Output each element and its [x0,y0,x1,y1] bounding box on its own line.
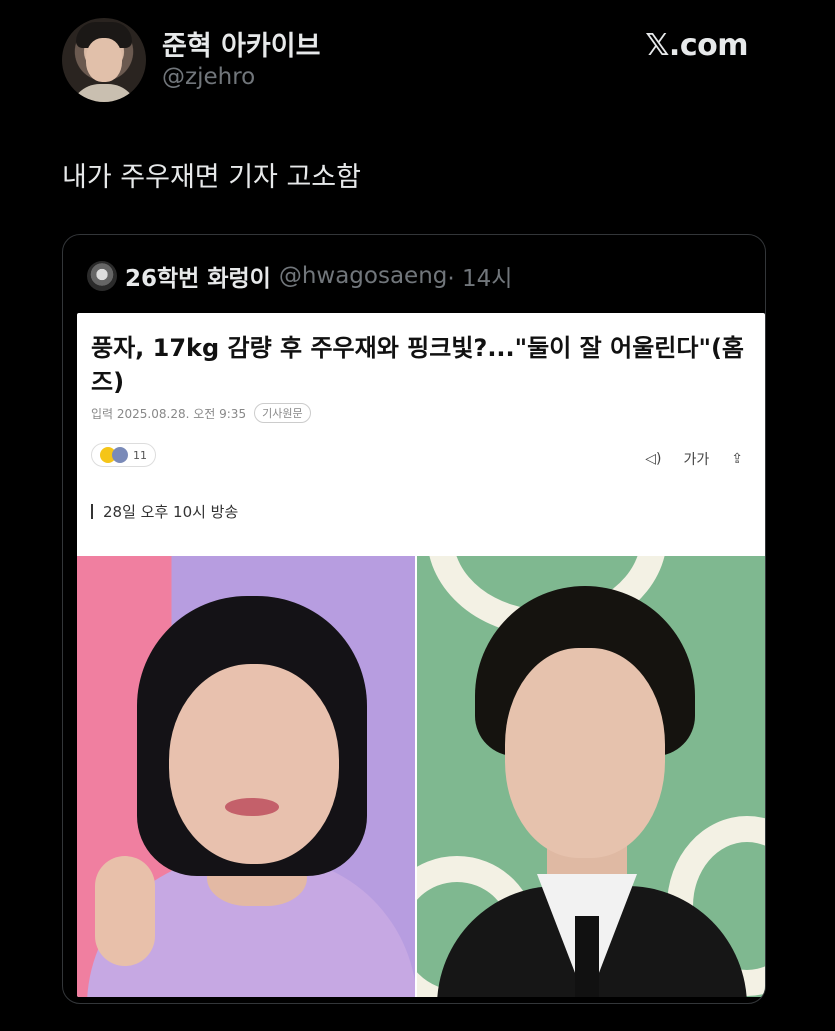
user-avatar[interactable] [62,18,146,102]
quote-avatar[interactable] [87,261,117,291]
x-logo: 𝕏.com [645,28,748,63]
man-face [505,648,665,858]
subhead-bar [91,504,93,519]
font-size-icon: 가가 [683,452,710,468]
subhead-text: 28일 오후 10시 방송 [103,503,239,521]
avatar-shirt [70,84,138,102]
man-tie [575,916,599,997]
article-screenshot: 풍자, 17kg 감량 후 주우재와 핑크빛?..."둘이 잘 어울린다"(홈즈… [77,313,765,997]
audio-icon: ◁) [645,451,662,467]
quoted-tweet[interactable]: 26학번 화렁이 @hwagosaeng · 14시 풍자, 17kg 감량 후… [62,234,766,1004]
avatar-face [86,38,122,82]
woman-lips [225,798,279,816]
article-tools: ◁) 가가 ⇪ [645,449,743,469]
tweet-text: 내가 주우재면 기자 고소함 [62,162,361,193]
reaction-summary: 11 [91,443,156,467]
quote-time: · 14시 [447,266,513,292]
article-meta: 입력 2025.08.28. 오전 9:35 기사원문 [91,403,311,423]
quote-handle[interactable]: @hwagosaeng [279,263,448,289]
emoji-sad-icon [112,447,128,463]
woman-face [169,664,339,864]
original-article-badge: 기사원문 [254,403,311,423]
woman-hand [95,856,155,966]
share-icon: ⇪ [731,451,743,467]
article-date: 입력 2025.08.28. 오전 9:35 [91,406,247,421]
photo-left-woman [77,556,415,997]
photo-right-man [417,556,765,997]
display-name[interactable]: 준혁 아카이브 [162,24,320,63]
user-handle[interactable]: @zjehro [162,64,255,90]
article-subhead: 28일 오후 10시 방송 [91,501,238,522]
quote-display-name[interactable]: 26학번 화렁이 [125,259,271,293]
article-photo [77,556,765,997]
tweet-header: 준혁 아카이브 @zjehro 𝕏.com [62,18,762,108]
article-title: 풍자, 17kg 감량 후 주우재와 핑크빛?..."둘이 잘 어울린다"(홈즈… [91,334,744,396]
quote-header: 26학번 화렁이 @hwagosaeng · 14시 [87,259,512,293]
reaction-count: 11 [133,448,147,462]
